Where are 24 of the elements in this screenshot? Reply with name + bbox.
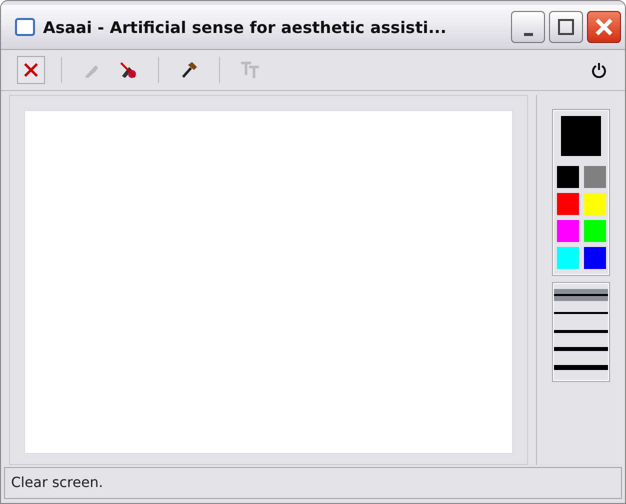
color-swatch[interactable] [584, 193, 606, 215]
power-icon [591, 62, 607, 78]
window-title: Asaai - Artificial sense for aesthetic assisti... [43, 18, 448, 36]
cross-icon [22, 61, 40, 79]
minimize-icon [524, 32, 532, 36]
crossed-pen-icon [118, 60, 138, 80]
line-width-option[interactable] [554, 289, 608, 301]
clear-button[interactable] [17, 56, 45, 84]
color-swatch[interactable] [584, 220, 606, 242]
color-swatch[interactable] [584, 247, 606, 269]
hammer-icon [179, 60, 199, 80]
status-text: Clear screen. [11, 475, 104, 491]
close-button[interactable] [587, 11, 621, 43]
maximize-icon [557, 18, 575, 36]
minimize-button[interactable] [511, 11, 545, 43]
color-swatch[interactable] [584, 166, 606, 188]
color-swatch[interactable] [556, 166, 578, 188]
close-icon [594, 17, 614, 37]
text-icon [239, 60, 261, 80]
maximize-button[interactable] [549, 11, 583, 43]
color-swatch[interactable] [556, 193, 578, 215]
color-swatch[interactable] [556, 220, 578, 242]
color-swatch[interactable] [556, 247, 578, 269]
window-icon [15, 18, 35, 36]
